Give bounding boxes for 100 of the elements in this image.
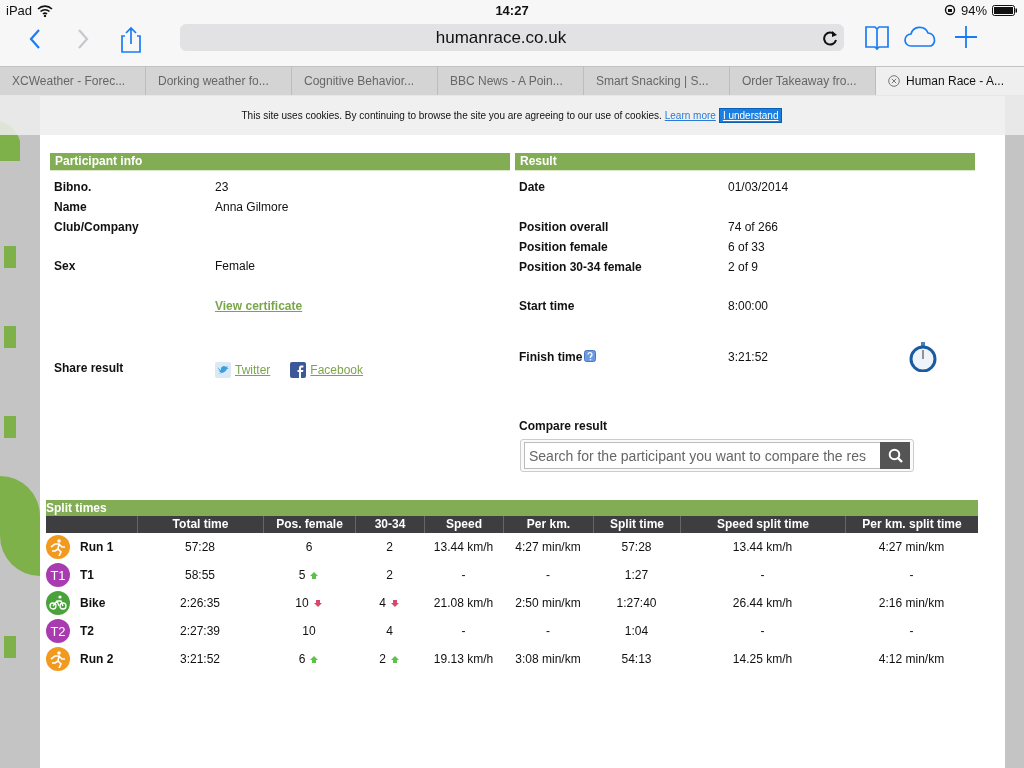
table-cell: 2:26:35 xyxy=(179,596,220,610)
table-cell: - xyxy=(461,624,466,638)
table-cell: - xyxy=(546,568,550,582)
table-cell: - xyxy=(461,568,466,582)
field-label: Finish time xyxy=(519,350,583,364)
field-value: 01/03/2014 xyxy=(728,180,789,194)
table-cell: - xyxy=(909,624,914,638)
table-cell: 4:27 min/km xyxy=(878,540,945,554)
field-label: Compare result xyxy=(519,419,608,433)
table-cell: - xyxy=(760,624,765,638)
rotation-lock-icon xyxy=(943,4,956,16)
split-name: Run 1 xyxy=(80,540,114,554)
column-header: Split time xyxy=(593,516,680,533)
search-button[interactable] xyxy=(880,442,910,469)
table-cell: 10 xyxy=(295,596,309,610)
table-cell: 4:27 min/km xyxy=(515,540,581,554)
battery-icon xyxy=(992,4,1018,16)
battery-percent: 94% xyxy=(960,2,987,18)
table-cell: - xyxy=(546,624,550,638)
table-cell: 4 xyxy=(379,596,386,610)
table-cell: 54:13 xyxy=(621,652,652,666)
table-cell: 2:16 min/km xyxy=(878,596,945,610)
section-header: Split times xyxy=(46,500,978,516)
field-label: Club/Company xyxy=(54,220,139,234)
url-text: humanrace.co.uk xyxy=(434,27,568,48)
table-cell: 2 xyxy=(386,540,393,554)
share-icon xyxy=(121,25,141,53)
table-cell: - xyxy=(760,568,765,582)
certificate-link[interactable]: View certificate xyxy=(215,299,303,313)
bike-icon xyxy=(46,591,70,615)
share-link[interactable]: Twitter xyxy=(215,362,271,378)
table-cell: 57:28 xyxy=(621,540,652,554)
share-link[interactable]: Facebook xyxy=(290,362,364,378)
table-cell: 10 xyxy=(302,624,316,638)
table-cell: 21.08 km/h xyxy=(433,596,494,610)
facebook-icon xyxy=(290,362,307,378)
field-label: Share result xyxy=(54,361,124,375)
table-cell: 14.25 km/h xyxy=(732,652,793,666)
table-cell: 6 xyxy=(305,540,313,554)
section-header: Participant info xyxy=(50,153,510,171)
help-icon[interactable] xyxy=(584,350,597,362)
table-cell: 13.44 km/h xyxy=(433,540,494,554)
field-value: Anna Gilmore xyxy=(215,200,289,214)
status-time: 14:27 xyxy=(495,2,529,18)
table-cell: 2 xyxy=(386,568,393,582)
transition-badge: T1 xyxy=(46,563,70,587)
add-icon[interactable] xyxy=(954,24,978,51)
field-value: 6 of 33 xyxy=(728,240,765,254)
field-value: 8:00:00 xyxy=(728,299,769,313)
table-cell: 3:08 min/km xyxy=(515,652,581,666)
column-header: Total time xyxy=(137,516,263,533)
field-label: Name xyxy=(54,200,87,214)
device-name: iPad xyxy=(6,2,33,18)
column-header: Per km. split time xyxy=(845,516,978,533)
table-cell: 4:12 min/km xyxy=(878,652,945,666)
split-name: T2 xyxy=(80,624,94,638)
field-value: 74 of 266 xyxy=(728,220,779,234)
field-label: Start time xyxy=(519,299,575,313)
run-icon xyxy=(46,535,70,559)
column-header: Pos. female xyxy=(263,516,355,533)
address-bar[interactable]: humanrace.co.uk xyxy=(180,24,844,51)
table-cell: 19.13 km/h xyxy=(433,652,494,666)
field-value: Female xyxy=(215,259,255,273)
cookie-notice: This site uses cookies. By continuing to browse the site you are agreeing to our use of cookies. xyxy=(241,109,662,121)
table-cell: 2:27:39 xyxy=(179,624,220,638)
table-cell: - xyxy=(909,568,914,582)
close-icon[interactable] xyxy=(888,75,900,87)
table-cell: 2:50 min/km xyxy=(515,596,581,610)
column-header: Per km. xyxy=(503,516,593,533)
book-icon[interactable] xyxy=(864,24,890,51)
table-cell: 1:04 xyxy=(624,624,649,638)
field-value: 3:21:52 xyxy=(728,350,769,364)
run-icon xyxy=(46,647,70,671)
field-value: 2 of 9 xyxy=(728,260,759,274)
table-cell: 57:28 xyxy=(185,540,215,554)
table-cell: 5 xyxy=(298,568,306,582)
table-cell: 3:21:52 xyxy=(179,652,220,666)
field-label: Sex xyxy=(54,259,76,273)
table-cell: 2 xyxy=(379,652,386,666)
accept-cookies-button[interactable]: I understand xyxy=(718,107,783,123)
column-header: 30-34 xyxy=(355,516,424,533)
table-cell: 26.44 km/h xyxy=(732,596,793,610)
split-name: Run 2 xyxy=(80,652,114,666)
field-value: 23 xyxy=(215,180,229,194)
field-label: Position overall xyxy=(519,220,609,234)
learn-more-link[interactable]: Learn more xyxy=(664,109,716,121)
reload-icon[interactable] xyxy=(822,29,838,46)
field-label: Date xyxy=(519,180,545,194)
table-cell: 1:27:40 xyxy=(616,596,657,610)
split-name: T1 xyxy=(80,568,94,582)
table-cell: 4 xyxy=(386,624,393,638)
field-label: Position female xyxy=(519,240,608,254)
table-cell: 6 xyxy=(298,652,306,666)
search-field[interactable]: Search for the participant you want to compare the res xyxy=(520,439,914,472)
browser-tab[interactable]: Human Race - A... xyxy=(876,67,1024,95)
column-header: Speed split time xyxy=(680,516,845,533)
field-label: Bibno. xyxy=(54,180,92,194)
bird-icon xyxy=(215,362,231,378)
field-label: Position 30-34 female xyxy=(519,260,642,274)
table-cell: 58:55 xyxy=(185,568,215,582)
